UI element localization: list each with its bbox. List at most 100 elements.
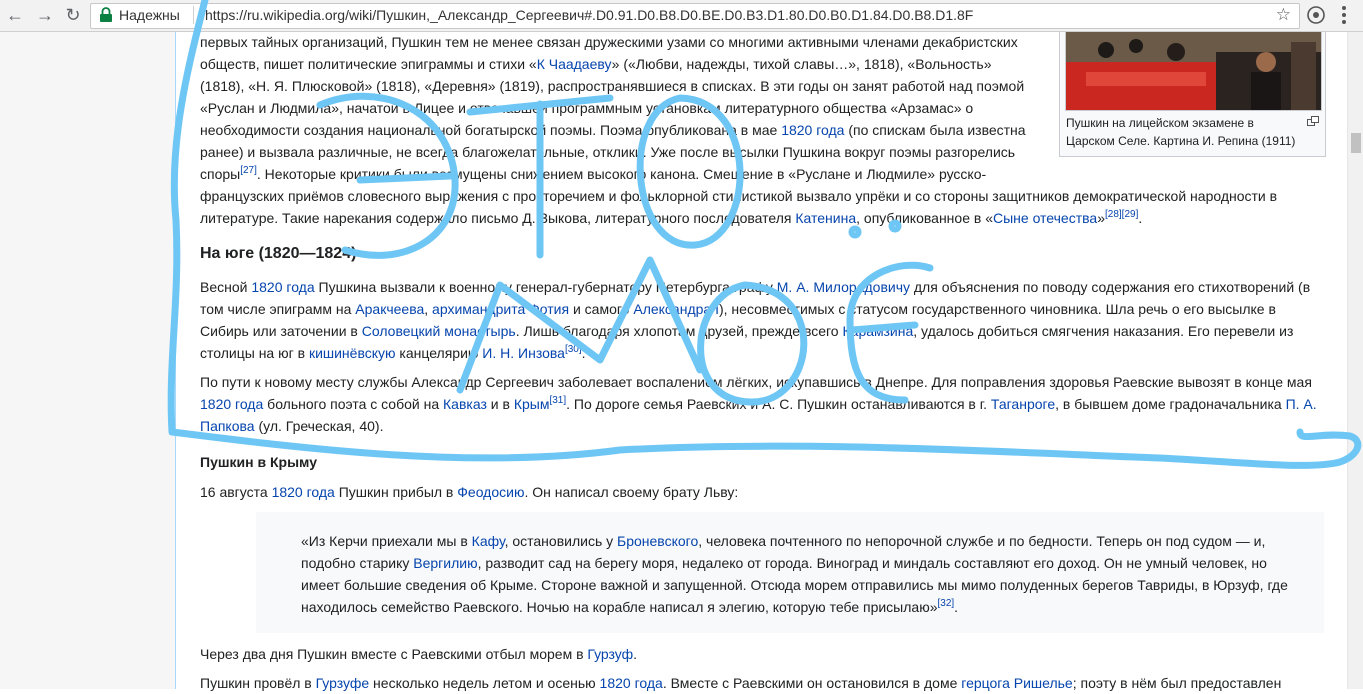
reference-link[interactable]: [28][29]: [1105, 209, 1138, 220]
text-line: Пушкина вызвали к военному генерал-губер…: [314, 279, 777, 295]
link-year[interactable]: 1820 года: [251, 279, 314, 295]
link-fotiy[interactable]: архимандрита Фотия: [432, 301, 569, 317]
text-line: »: [1097, 210, 1105, 226]
text-line: .: [633, 646, 638, 662]
url-text[interactable]: https://ru.wikipedia.org/wiki/Пушкин,_Ал…: [205, 7, 973, 23]
text-line: подобно старику: [301, 555, 414, 571]
link-chaadaev[interactable]: К Чаадаеву: [537, 56, 612, 72]
text-line: Пушкин прибыл в: [334, 484, 458, 500]
reload-icon[interactable]: ↻: [61, 4, 85, 26]
link-crimea[interactable]: Крым: [514, 396, 550, 412]
scrollbar-thumb[interactable]: [1351, 133, 1361, 153]
scrollbar[interactable]: [1347, 32, 1363, 689]
text-line: споры: [200, 166, 241, 182]
text-line: , разводит сад на берегу моря, недалеко …: [477, 555, 1267, 571]
link-alexander[interactable]: Александра I: [633, 301, 719, 317]
link-karamzin[interactable]: Карамзина: [843, 323, 914, 339]
reference-link[interactable]: [30]: [565, 344, 582, 355]
text-line: .: [1138, 210, 1143, 226]
blockquote: «Из Керчи приехали мы в Кафу, остановили…: [256, 512, 1324, 633]
star-icon[interactable]: ☆: [1276, 5, 1291, 25]
subsection-heading: Пушкин в Крыму: [200, 454, 317, 470]
link-year[interactable]: 1820 года: [200, 396, 263, 412]
text-line: для объяснения по поводу содержания его …: [910, 279, 1311, 295]
text-line: Сибирь или заточении в: [200, 323, 362, 339]
text-line: канцелярию: [395, 345, 483, 361]
link-papkov[interactable]: Папкова: [200, 418, 255, 434]
link-bronevsky[interactable]: Броневского: [617, 533, 698, 549]
text-line: (ул. Греческая, 40).: [254, 418, 384, 434]
text-line: том числе эпиграмм на: [200, 301, 356, 317]
link-gurzuf[interactable]: Гурзуф: [587, 646, 633, 662]
image-thumbnail: Пушкин на лицейском экзамене в Царском С…: [1059, 32, 1326, 157]
sidebar-background: [0, 32, 175, 689]
back-arrow-icon[interactable]: ←: [3, 4, 27, 26]
link-taganrog[interactable]: Таганроге: [991, 396, 1055, 412]
text-line: , человека почтенного по непорочной служ…: [698, 533, 1266, 549]
text-line: и самого: [569, 301, 634, 317]
security-indicator[interactable]: Надежны: [99, 7, 180, 23]
reference-link[interactable]: [32]: [937, 598, 954, 609]
text-line: . По дороге семья Раевских и А. С. Пушки…: [566, 396, 991, 412]
link-katenin[interactable]: Катенина: [795, 210, 856, 226]
reference-link[interactable]: [27]: [240, 165, 257, 176]
text-line: ранее) и вызвала различные, не всегда бл…: [200, 144, 1016, 160]
text-line: , опубликованное в «: [856, 210, 993, 226]
link-solovetsky[interactable]: Соловецкий монастырь: [362, 323, 516, 339]
link-arakcheev[interactable]: Аракчеева: [355, 301, 424, 317]
reference-link[interactable]: [31]: [549, 395, 566, 406]
link-year[interactable]: 1820 года: [272, 484, 335, 500]
text-line: и в: [486, 396, 514, 412]
link-year[interactable]: 1820 года: [781, 122, 844, 138]
text-line: имеет большие сведения об Крыме. Стороне…: [301, 577, 1288, 593]
paragraph: 16 августа 1820 года Пушкин прибыл в Фео…: [200, 481, 1330, 503]
text-line: По пути к новому месту службы Александр …: [200, 374, 1312, 390]
quote-text: «Из Керчи приехали мы в Кафу, остановили…: [301, 530, 1301, 618]
menu-icon[interactable]: [1336, 4, 1352, 26]
text-line: Весной: [200, 279, 252, 295]
text-line: 16 августа: [200, 484, 272, 500]
link-miloradovich[interactable]: М. А. Милорадовичу: [777, 279, 910, 295]
link-kafa[interactable]: Кафу: [472, 533, 505, 549]
link-virgil[interactable]: Вергилию: [413, 555, 477, 571]
text-line: находилось семейство Раевского. Ночью на…: [301, 599, 938, 615]
forward-arrow-icon[interactable]: →: [33, 4, 57, 26]
paragraph: Через два дня Пушкин вместе с Раевскими …: [200, 643, 1330, 665]
text-line: . Он написал своему брату Льву:: [524, 484, 739, 500]
enlarge-icon[interactable]: [1307, 116, 1319, 126]
text-line: (1818), «Н. Я. Плюсковой» (1818), «Дерев…: [200, 78, 1025, 94]
paragraph: По пути к новому месту службы Александр …: [200, 371, 1330, 437]
link-caucasus[interactable]: Кавказ: [443, 396, 487, 412]
paragraph: Весной 1820 года Пушкина вызвали к военн…: [200, 276, 1330, 364]
text-line: .: [581, 345, 586, 361]
address-bar[interactable]: Надежны https://ru.wikipedia.org/wiki/Пу…: [90, 3, 1300, 29]
link-feodosia[interactable]: Феодосию: [457, 484, 524, 500]
paragraph: Пушкин провёл в Гурзуфе несколько недель…: [200, 672, 1330, 694]
image-caption: Пушкин на лицейском экзамене в Царском С…: [1066, 116, 1296, 148]
text-line: французских приёмов словесного выражения…: [200, 188, 1278, 204]
text-line: » («Любви, надежды, тихой славы…», 1818)…: [611, 56, 992, 72]
text-line: , остановились у: [504, 533, 618, 549]
text-line: столицы на юг в: [200, 345, 309, 361]
url-divider: [193, 6, 194, 24]
secure-label: Надежны: [119, 7, 180, 23]
section-heading: На юге (1820—1824): [200, 245, 357, 262]
text-line: обществ, пишет политические эпиграммы и …: [200, 56, 537, 72]
text-line: необходимости создания национальной бога…: [200, 122, 782, 138]
link-kishinev[interactable]: кишинёвскую: [309, 345, 396, 361]
text-line: , в бывшем доме градоначальника: [1055, 396, 1286, 412]
text-line: ,: [424, 301, 433, 317]
lock-icon: [100, 7, 112, 22]
text-line: ), несовместимых с статусом государствен…: [718, 301, 1276, 317]
text-line: «Руслан и Людмила», начатой в Лицее и от…: [200, 100, 974, 116]
text-line: . Некоторые критики были возмущены сниже…: [256, 166, 987, 182]
painting-image[interactable]: [1065, 32, 1322, 111]
text-line: Через два дня Пушкин вместе с Раевскими …: [200, 646, 588, 662]
link-papkov[interactable]: П. А.: [1286, 396, 1317, 412]
extension-icon[interactable]: [1306, 5, 1326, 25]
text-line: литературе. Такие нарекания содержало пи…: [200, 210, 796, 226]
link-inzov[interactable]: И. Н. Инзова: [482, 345, 565, 361]
text-line: «Из Керчи приехали мы в: [301, 533, 472, 549]
link-syn-otechestva[interactable]: Сыне отечества: [993, 210, 1097, 226]
text-line: больного поэта с собой на: [263, 396, 444, 412]
